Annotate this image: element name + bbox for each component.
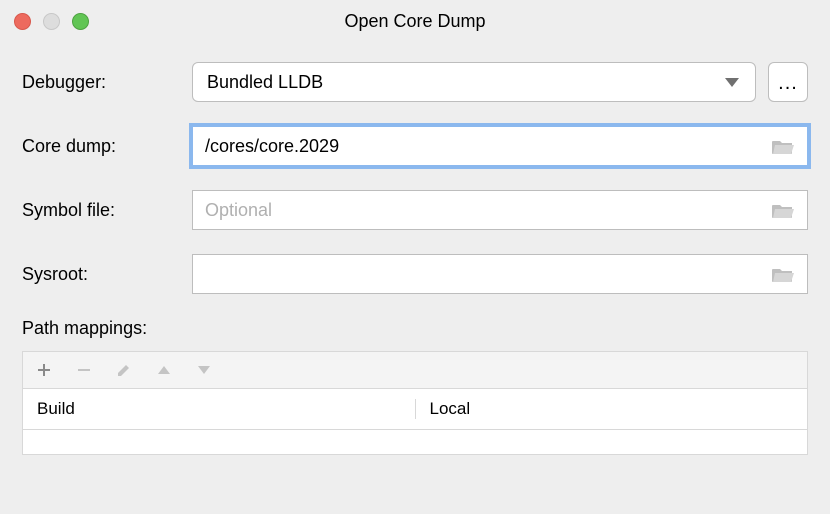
debugger-row: Debugger: Bundled LLDB ... (22, 62, 808, 102)
core-dump-label: Core dump: (22, 136, 192, 157)
core-dump-input[interactable] (193, 127, 771, 165)
debugger-select[interactable]: Bundled LLDB (192, 62, 756, 102)
path-mappings-toolbar (23, 352, 807, 389)
chevron-down-icon (725, 78, 739, 87)
core-dump-field-wrap (192, 126, 808, 166)
folder-open-icon[interactable] (771, 265, 795, 283)
folder-open-icon[interactable] (771, 201, 795, 219)
window-title: Open Core Dump (0, 11, 830, 32)
maximize-window-button[interactable] (72, 13, 89, 30)
titlebar: Open Core Dump (0, 0, 830, 42)
column-header-local[interactable]: Local (416, 399, 808, 419)
symbol-file-input[interactable] (193, 191, 771, 229)
edit-icon[interactable] (115, 361, 133, 379)
symbol-file-label: Symbol file: (22, 200, 192, 221)
minimize-window-button[interactable] (43, 13, 60, 30)
path-mappings-table: Build Local (22, 351, 808, 455)
sysroot-row: Sysroot: (22, 254, 808, 294)
debugger-label: Debugger: (22, 72, 192, 93)
debugger-browse-button[interactable]: ... (768, 62, 808, 102)
sysroot-input[interactable] (193, 255, 771, 293)
core-dump-row: Core dump: (22, 126, 808, 166)
symbol-file-field-wrap (192, 190, 808, 230)
sysroot-label: Sysroot: (22, 264, 192, 285)
close-window-button[interactable] (14, 13, 31, 30)
folder-open-icon[interactable] (771, 137, 795, 155)
remove-icon[interactable] (75, 361, 93, 379)
dialog-content: Debugger: Bundled LLDB ... Core dump: Sy… (0, 42, 830, 455)
add-icon[interactable] (35, 361, 53, 379)
column-header-build[interactable]: Build (23, 399, 416, 419)
move-down-icon[interactable] (195, 361, 213, 379)
sysroot-field-wrap (192, 254, 808, 294)
ellipsis-icon: ... (778, 72, 798, 95)
path-mappings-table-header: Build Local (23, 389, 807, 430)
path-mappings-table-body (23, 430, 807, 454)
symbol-file-row: Symbol file: (22, 190, 808, 230)
window-controls (14, 13, 89, 30)
move-up-icon[interactable] (155, 361, 173, 379)
path-mappings-label: Path mappings: (22, 318, 808, 339)
debugger-select-value: Bundled LLDB (207, 72, 725, 93)
